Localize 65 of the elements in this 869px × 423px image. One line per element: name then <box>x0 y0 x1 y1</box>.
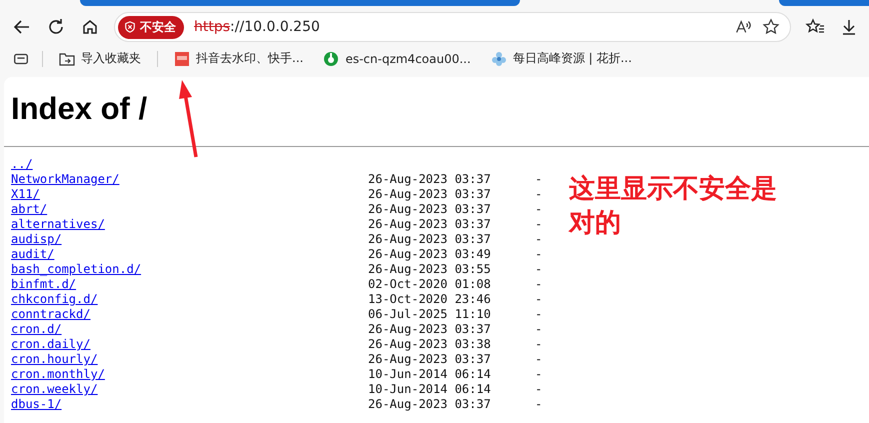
file-size: - <box>535 262 542 277</box>
bookmark[interactable]: 每日高峰资源 | 花折... <box>486 48 636 69</box>
file-size: - <box>535 352 542 367</box>
security-badge[interactable]: 不安全 <box>118 16 184 38</box>
modified-date: 26-Aug-2023 03:37 <box>368 397 492 412</box>
modified-date: 26-Aug-2023 03:37 <box>368 187 492 202</box>
modified-date: 26-Aug-2023 03:37 <box>368 322 492 337</box>
modified-date: 13-Oct-2020 23:46 <box>368 292 492 307</box>
modified-date: 10-Jun-2014 06:14 <box>368 367 492 382</box>
file-size: - <box>535 247 542 262</box>
directory-link[interactable]: audit/ <box>11 247 368 262</box>
directory-link[interactable]: binfmt.d/ <box>11 277 368 292</box>
address-bar[interactable]: 不安全 https://10.0.0.250 <box>114 12 791 42</box>
directory-link[interactable]: NetworkManager/ <box>11 172 368 187</box>
bookmark[interactable]: 抖音去水印、快手... <box>170 48 308 69</box>
modified-date: 26-Aug-2023 03:37 <box>368 352 492 367</box>
directory-link[interactable]: cron.weekly/ <box>11 382 368 397</box>
refresh-icon[interactable] <box>46 17 66 37</box>
folder-import-icon <box>59 50 75 66</box>
directory-link[interactable]: abrt/ <box>11 202 368 217</box>
file-size: - <box>535 202 542 217</box>
file-size: - <box>535 382 542 397</box>
url-text: https://10.0.0.250 <box>194 19 320 35</box>
site-icon <box>174 50 190 66</box>
file-size: - <box>535 232 542 247</box>
modified-date: 26-Aug-2023 03:37 <box>368 202 492 217</box>
directory-link[interactable]: cron.monthly/ <box>11 367 368 382</box>
flower-icon <box>490 50 507 66</box>
directory-link[interactable]: cron.daily/ <box>11 337 368 352</box>
modified-date: 26-Aug-2023 03:49 <box>368 247 492 262</box>
star-icon[interactable] <box>762 18 780 36</box>
shield-icon <box>124 21 136 33</box>
file-size: - <box>535 292 542 307</box>
modified-date: 26-Aug-2023 03:38 <box>368 337 492 352</box>
file-size: - <box>535 172 542 187</box>
directory-link[interactable]: bash_completion.d/ <box>11 262 368 277</box>
file-size: - <box>535 337 542 352</box>
directory-link[interactable]: alternatives/ <box>11 217 368 232</box>
file-size: - <box>535 217 542 232</box>
power-icon <box>323 50 340 66</box>
file-size: - <box>535 277 542 292</box>
directory-link[interactable]: cron.d/ <box>11 322 368 337</box>
file-size: - <box>535 397 542 412</box>
directory-link[interactable]: dbus-1/ <box>11 397 368 412</box>
modified-date: 26-Aug-2023 03:37 <box>368 217 492 232</box>
modified-date: 26-Aug-2023 03:55 <box>368 262 492 277</box>
annotation-text: 这里显示不安全是对的 <box>569 173 778 240</box>
directory-link[interactable]: conntrackd/ <box>11 307 368 322</box>
directory-link[interactable]: cron.hourly/ <box>11 352 368 367</box>
modified-date: 10-Jun-2014 06:14 <box>368 382 492 397</box>
directory-link[interactable]: audisp/ <box>11 232 368 247</box>
modified-date: 26-Aug-2023 03:37 <box>368 232 492 247</box>
bookmark[interactable]: 导入收藏夹 <box>55 48 145 69</box>
directory-link[interactable]: chkconfig.d/ <box>11 292 368 307</box>
bookmark[interactable]: es-cn-qzm4coau00... <box>319 48 475 68</box>
modified-date: 06-Jul-2025 11:10 <box>368 307 492 322</box>
page-title: Index of / <box>11 90 148 127</box>
file-size: - <box>535 307 542 322</box>
directory-link[interactable]: X11/ <box>11 187 368 202</box>
directory-link[interactable]: ../ <box>11 157 368 172</box>
modified-date: 02-Oct-2020 01:08 <box>368 277 492 292</box>
file-size: - <box>535 187 542 202</box>
file-size: - <box>535 367 542 382</box>
modified-date: 26-Aug-2023 03:37 <box>368 172 492 187</box>
file-size: - <box>535 322 542 337</box>
